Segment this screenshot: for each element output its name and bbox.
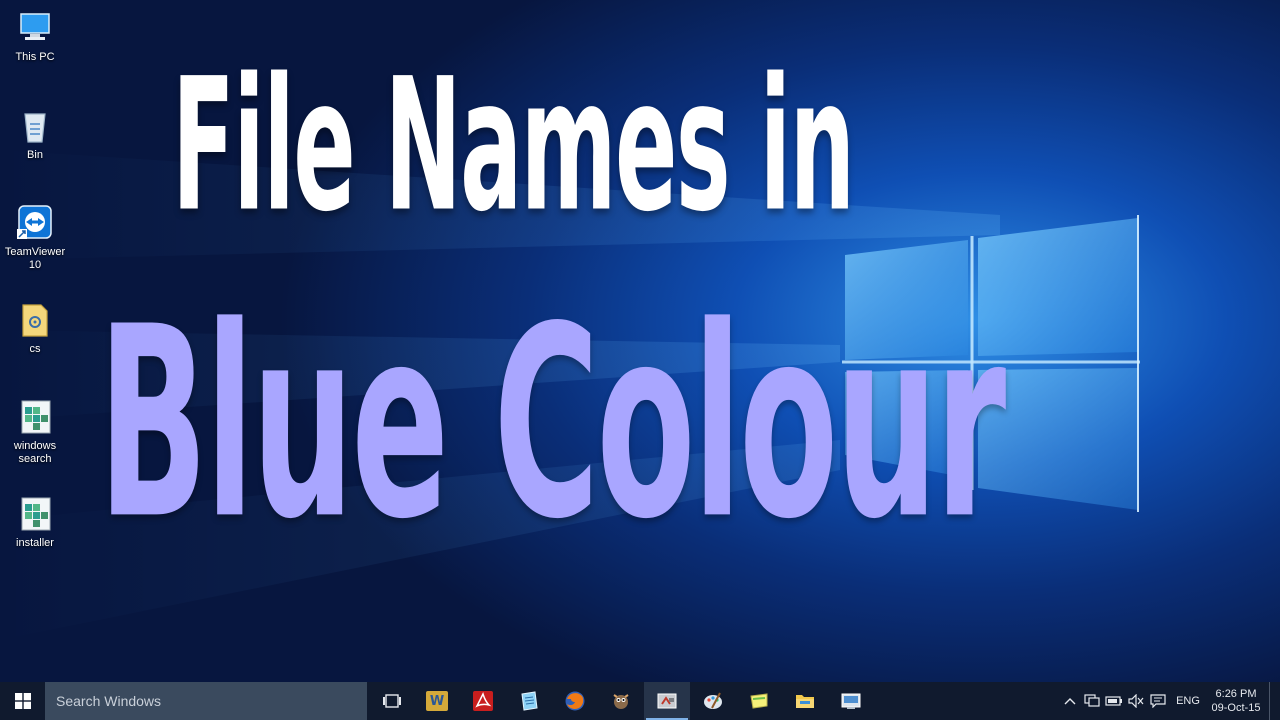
desktop-icon-label: windows search — [13, 440, 57, 465]
file-explorer-icon — [796, 695, 814, 708]
taskbar-app-firefox[interactable] — [552, 682, 598, 720]
taskbar: Search Windows W ENG 6:26 PM 09-Oct-15 — [0, 682, 1280, 720]
desktop-icon-label: cs — [29, 343, 41, 355]
title-line-2: Blue Colour — [98, 270, 1006, 577]
notes-icon — [750, 693, 768, 709]
clock-time: 6:26 PM — [1215, 688, 1257, 700]
taskbar-app-control-panel[interactable] — [828, 682, 874, 720]
taskbar-app-notes[interactable] — [736, 682, 782, 720]
clock-date: 09-Oct-15 — [1211, 702, 1261, 714]
desktop-icon-label: Bin — [27, 149, 43, 161]
computer-icon — [20, 13, 50, 40]
notepad-icon — [521, 691, 538, 711]
taskbar-app-file-explorer[interactable] — [782, 682, 828, 720]
desktop-icon-label: TeamViewer 10 — [4, 246, 66, 271]
desktop-icon-this-pc[interactable]: This PC — [0, 8, 70, 64]
battery-button[interactable] — [1103, 682, 1125, 720]
desktop-icon-windows-search[interactable]: windows search — [0, 397, 70, 466]
taskbar-app-recorder[interactable] — [644, 682, 690, 720]
task-view-button[interactable] — [370, 682, 414, 720]
network-button[interactable] — [1081, 682, 1103, 720]
taskbar-app-paint[interactable] — [690, 682, 736, 720]
show-hidden-icons-button[interactable] — [1059, 682, 1081, 720]
search-input[interactable]: Search Windows — [45, 682, 367, 720]
search-placeholder: Search Windows — [56, 693, 162, 709]
start-button[interactable] — [0, 682, 45, 720]
action-center-button[interactable] — [1147, 682, 1169, 720]
chevron-up-icon — [1064, 698, 1076, 705]
screen-recorder-icon — [657, 693, 677, 709]
taskbar-app-acrobat[interactable] — [460, 682, 506, 720]
teamviewer-icon — [17, 205, 52, 239]
gimp-icon — [613, 694, 629, 709]
network-icon — [1084, 694, 1100, 707]
registry-icon — [21, 497, 51, 531]
volume-muted-icon — [1128, 694, 1144, 708]
show-desktop-button[interactable] — [1269, 682, 1280, 720]
desktop-icon-installer[interactable]: installer — [0, 494, 70, 550]
desktop-icon-label: installer — [16, 537, 54, 549]
desktop-icon-label: This PC — [15, 51, 55, 63]
taskbar-app-notepad[interactable] — [506, 682, 552, 720]
notification-icon — [1150, 694, 1166, 708]
firefox-icon — [565, 691, 585, 711]
recycle-bin-icon — [24, 113, 46, 143]
clock[interactable]: 6:26 PM 09-Oct-15 — [1207, 687, 1265, 715]
word-icon: W — [426, 691, 448, 711]
windows-logo-icon — [14, 693, 31, 709]
acrobat-icon — [473, 691, 493, 711]
desktop: This PC Bin TeamViewer 10 cs windows sea… — [0, 0, 1280, 720]
input-language[interactable]: ENG — [1169, 695, 1207, 707]
paint-icon — [704, 692, 722, 709]
battery-icon — [1105, 696, 1122, 706]
task-view-icon — [383, 694, 401, 708]
title-line-1: File Names in — [172, 38, 855, 252]
taskbar-app-word[interactable]: W — [414, 682, 460, 720]
folder-icon — [22, 304, 48, 337]
desktop-icon-cs[interactable]: cs — [0, 300, 70, 356]
taskbar-app-gimp[interactable] — [598, 682, 644, 720]
registry-icon — [21, 400, 51, 434]
desktop-icon-bin[interactable]: Bin — [0, 106, 70, 162]
control-panel-icon — [841, 693, 861, 709]
system-tray: ENG 6:26 PM 09-Oct-15 — [1059, 682, 1280, 720]
desktop-icon-teamviewer[interactable]: TeamViewer 10 — [0, 203, 70, 272]
volume-button[interactable] — [1125, 682, 1147, 720]
